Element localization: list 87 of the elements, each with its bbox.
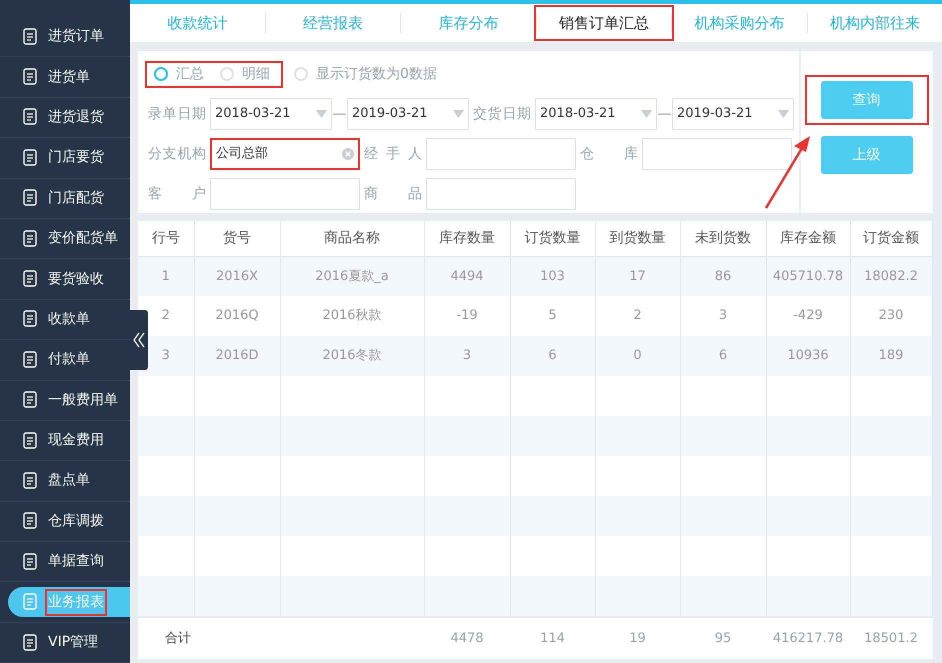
table-cell: 189 xyxy=(850,336,932,376)
column-header: 订货数量 xyxy=(510,221,595,256)
field-label: 分支机构 xyxy=(148,144,207,164)
input-field[interactable]: 公司总部 xyxy=(210,138,360,170)
table-cell: 86 xyxy=(680,256,766,296)
caret-icon xyxy=(641,110,652,118)
document-icon xyxy=(22,28,39,46)
sidebar-item[interactable]: VIP管理 xyxy=(0,622,130,663)
date-select[interactable]: 2019-03-21 xyxy=(347,98,469,130)
document-icon xyxy=(22,552,39,571)
document-icon xyxy=(22,148,39,167)
total-value: 19 xyxy=(629,630,646,646)
sidebar-item[interactable]: 要货验收 xyxy=(0,259,130,300)
column-header: 未到货数 xyxy=(680,221,766,256)
table-cell: 17 xyxy=(595,256,680,296)
sidebar-item[interactable]: 单据查询 xyxy=(0,542,130,582)
table-cell: 2016X xyxy=(194,256,280,296)
input-field[interactable] xyxy=(210,178,360,210)
input-field[interactable] xyxy=(642,138,792,170)
document-icon xyxy=(22,350,39,369)
table-cell: 6 xyxy=(680,336,766,376)
total-value: 95 xyxy=(714,630,732,646)
double-chevron-icon xyxy=(133,332,145,348)
field-label: 经 手 人 xyxy=(364,144,423,164)
table-cell: 2016D xyxy=(194,336,280,376)
document-icon xyxy=(22,230,39,248)
column-header: 库存数量 xyxy=(424,221,510,256)
total-value: 114 xyxy=(540,630,565,646)
collapse-toggle[interactable] xyxy=(130,310,148,370)
total-label: 合计 xyxy=(165,630,191,646)
field-label: 交货日期 xyxy=(473,104,532,124)
field-label: 商 品 xyxy=(364,184,423,204)
total-value: 4478 xyxy=(450,630,484,646)
column-header: 商品名称 xyxy=(280,221,424,256)
document-icon xyxy=(22,310,39,328)
input-field[interactable] xyxy=(426,138,576,170)
field-label: 仓 库 xyxy=(580,144,639,164)
sidebar-item[interactable]: 变价配货单 xyxy=(0,218,130,260)
document-icon xyxy=(22,108,39,126)
table-cell: 2016夏款_a xyxy=(280,256,424,296)
table-cell: 1 xyxy=(138,256,194,296)
date-select[interactable]: 2019-03-21 xyxy=(672,98,794,130)
field-label: 客 户 xyxy=(148,184,207,204)
input-field[interactable] xyxy=(426,178,576,210)
sidebar-item[interactable]: 进货单 xyxy=(0,57,130,98)
table-cell: 103 xyxy=(510,256,595,296)
sidebar-item[interactable]: 门店配货 xyxy=(0,178,130,219)
table-cell: 10936 xyxy=(766,336,850,376)
column-header: 库存金额 xyxy=(766,221,850,256)
caret-icon xyxy=(453,110,464,118)
column-header: 订货金额 xyxy=(850,221,932,256)
total-value: 18501.2 xyxy=(864,630,918,646)
table-cell: 0 xyxy=(595,336,680,376)
sidebar-item[interactable]: 门店要货 xyxy=(0,138,130,179)
caret-icon xyxy=(778,110,789,118)
sidebar-item[interactable]: 现金费用 xyxy=(0,420,130,462)
table-cell: 2016冬款 xyxy=(280,336,424,376)
tab[interactable]: 销售订单汇总 xyxy=(536,8,672,38)
column-header: 行号 xyxy=(138,221,194,256)
document-icon xyxy=(22,472,39,490)
document-icon xyxy=(22,634,39,652)
document-icon xyxy=(22,593,39,612)
sidebar-item[interactable]: 一般费用单 xyxy=(0,380,130,421)
range-separator: — xyxy=(657,104,672,124)
clear-icon[interactable] xyxy=(342,148,354,160)
document-icon xyxy=(22,512,39,530)
column-header: 到货数量 xyxy=(595,221,680,256)
field-label: 录单日期 xyxy=(148,104,207,124)
sidebar-item[interactable]: 仓库调拨 xyxy=(0,502,130,542)
document-icon xyxy=(22,270,39,288)
table-cell: 18082.2 xyxy=(850,256,932,296)
caret-icon xyxy=(316,110,327,118)
document-icon xyxy=(22,189,39,208)
date-select[interactable]: 2018-03-21 xyxy=(535,98,657,130)
sidebar-item[interactable]: 进货退货 xyxy=(0,98,130,138)
table-cell: 405710.78 xyxy=(766,256,850,296)
sidebar-item[interactable]: 盘点单 xyxy=(0,461,130,502)
table-cell: 6 xyxy=(510,336,595,376)
column-header: 货号 xyxy=(194,221,280,256)
table-cell: 4494 xyxy=(424,256,510,296)
range-separator: — xyxy=(332,104,347,124)
total-value: 416217.78 xyxy=(772,630,844,646)
date-select[interactable]: 2018-03-21 xyxy=(210,98,332,130)
document-icon xyxy=(22,391,39,410)
table-cell: 3 xyxy=(424,336,510,376)
document-icon xyxy=(22,68,39,86)
document-icon xyxy=(22,432,39,450)
